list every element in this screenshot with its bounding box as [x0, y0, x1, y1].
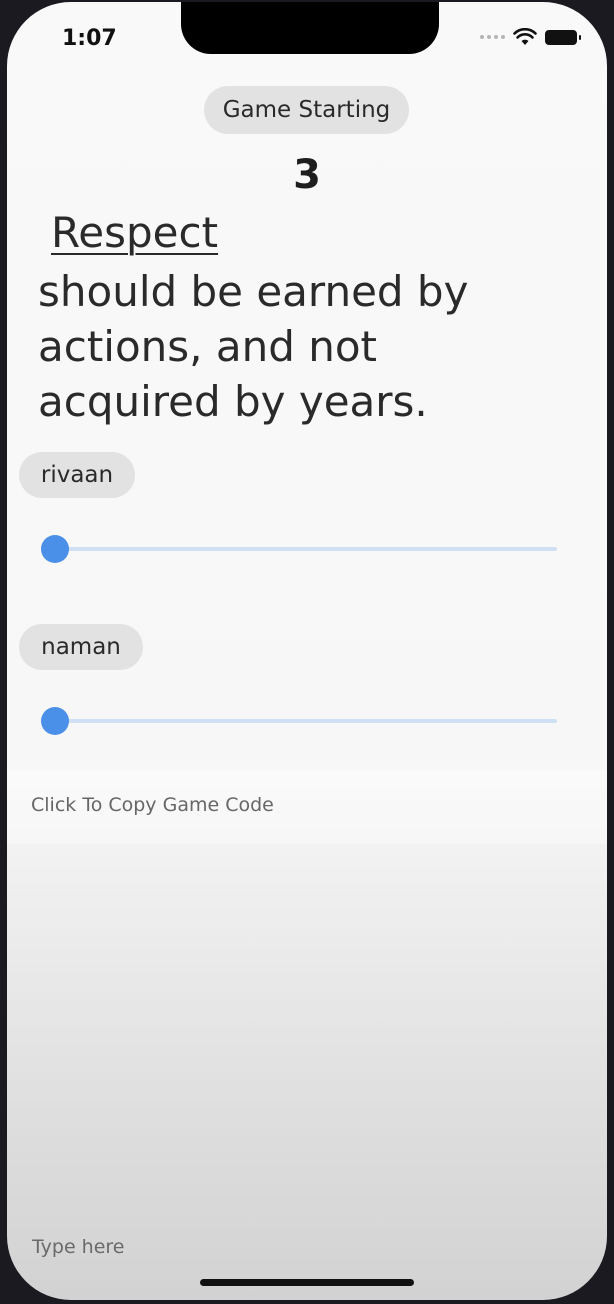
- wifi-icon: [513, 28, 537, 45]
- countdown-number: 3: [293, 152, 321, 198]
- status-time: 1:07: [62, 26, 117, 51]
- player-name-badge: rivaan: [19, 452, 135, 498]
- device-frame: 1:07 Game Starting 3 Respect should be e…: [0, 0, 614, 1304]
- copy-code-label[interactable]: Click To Copy Game Code: [31, 794, 274, 816]
- camera-notch: [181, 2, 439, 54]
- home-indicator: [200, 1279, 414, 1286]
- cellular-signal-icon: [480, 35, 505, 39]
- progress-track: [55, 547, 557, 551]
- current-word: Respect: [51, 208, 219, 257]
- battery-icon: [545, 29, 581, 45]
- typing-input[interactable]: [32, 1236, 432, 1258]
- player-progress-slider: [41, 707, 557, 735]
- player-name-badge: naman: [19, 624, 143, 670]
- progress-thumb: [41, 707, 69, 735]
- progress-track: [55, 719, 557, 723]
- quote-text: should be earned by actions, and not acq…: [38, 267, 469, 426]
- app-screen: 1:07 Game Starting 3 Respect should be e…: [7, 2, 607, 1300]
- progress-thumb: [41, 535, 69, 563]
- status-icons: [480, 28, 581, 46]
- game-status-badge: Game Starting: [204, 86, 409, 134]
- player-progress-slider: [41, 535, 557, 563]
